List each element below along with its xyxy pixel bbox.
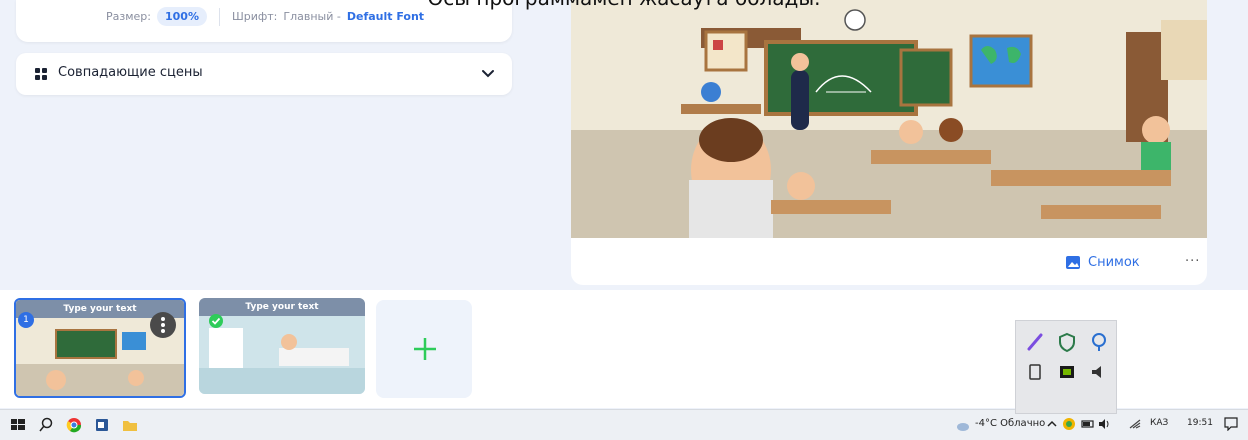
network-icon[interactable] <box>1088 331 1110 353</box>
size-label: Размер: <box>106 10 151 23</box>
scene-number-badge: 1 <box>18 312 34 328</box>
video-caption: Осы программамен жасауға болады. <box>0 0 1248 10</box>
shield-icon[interactable] <box>1056 331 1078 353</box>
system-tray-overflow <box>1015 320 1117 414</box>
snapshot-label: Снимок <box>1088 255 1140 270</box>
input-language[interactable]: КАЗ <box>1150 418 1168 428</box>
search-icon[interactable] <box>38 417 54 433</box>
chrome-icon[interactable] <box>66 417 82 433</box>
font-value: Главный - <box>283 10 341 23</box>
scene-menu-button[interactable] <box>150 312 176 338</box>
word-icon[interactable] <box>94 417 110 433</box>
font-name[interactable]: Default Font <box>347 10 424 23</box>
scene-2-image <box>199 298 365 394</box>
weather-icon <box>957 423 969 431</box>
scene-preview-panel: Снимок ··· <box>571 0 1207 285</box>
check-circle-icon <box>209 314 223 328</box>
pen-icon[interactable] <box>1024 331 1046 353</box>
plus-icon <box>414 338 436 360</box>
matching-scenes-panel[interactable]: Совпадающие сцены <box>16 53 512 95</box>
volume-icon[interactable] <box>1098 417 1112 431</box>
speaker-icon[interactable] <box>1088 361 1110 383</box>
kebab-icon <box>161 317 165 333</box>
battery-icon[interactable] <box>1081 417 1095 431</box>
scene-thumbnail-1[interactable]: Type your text 1 <box>14 298 186 398</box>
wifi-icon[interactable] <box>1128 417 1142 431</box>
divider <box>218 7 220 26</box>
nvidia-icon[interactable] <box>1056 361 1078 383</box>
grid-icon <box>35 68 47 80</box>
weather-text[interactable]: -4°C Облачно <box>975 418 1045 429</box>
chevron-down-icon[interactable] <box>480 65 496 81</box>
file-explorer-icon[interactable] <box>122 417 138 433</box>
font-label: Шрифт: <box>231 10 278 23</box>
classroom-scene-image <box>571 0 1207 238</box>
phone-icon[interactable] <box>1024 361 1046 383</box>
add-scene-button[interactable] <box>376 300 472 398</box>
windows-start-icon[interactable] <box>10 417 26 433</box>
image-icon <box>1066 256 1080 269</box>
notification-icon[interactable] <box>1224 417 1238 431</box>
scene-2-text: Type your text <box>245 302 319 312</box>
app-tray-icon[interactable] <box>1062 417 1076 431</box>
snapshot-button[interactable]: Снимок <box>1066 255 1140 270</box>
chevron-up-icon[interactable] <box>1046 418 1058 430</box>
matching-scenes-label: Совпадающие сцены <box>58 65 203 80</box>
scene-thumbnail-2[interactable]: Type your text <box>199 298 365 394</box>
clock[interactable]: 19:51 <box>1187 418 1213 428</box>
more-options-button[interactable]: ··· <box>1185 254 1200 269</box>
